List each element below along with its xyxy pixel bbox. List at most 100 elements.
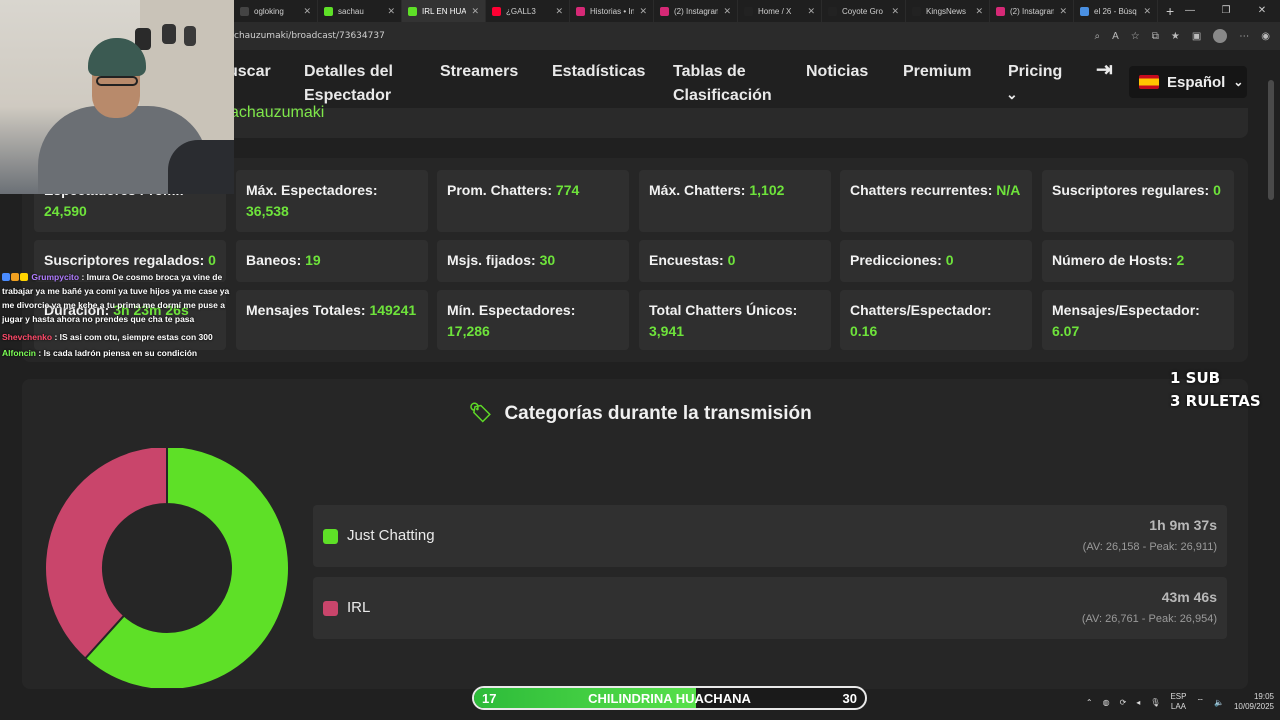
nav-premium[interactable]: Premium: [903, 60, 971, 84]
nav-news[interactable]: Noticias: [806, 60, 868, 84]
stat-min-viewers: Mín. Espectadores: 17,286: [437, 290, 629, 350]
category-row-just-chatting[interactable]: Just Chatting 1h 9m 37s (AV: 26,158 - Pe…: [313, 505, 1227, 567]
network-icon[interactable]: ◍: [1103, 698, 1110, 707]
volume-icon[interactable]: 🔈: [1214, 698, 1224, 707]
streamer-header-card: [220, 108, 1248, 138]
language-label: Español: [1167, 73, 1226, 91]
browser-tab-active[interactable]: IRL EN HUA ✕: [402, 0, 486, 22]
media-icon[interactable]: ◂: [1136, 698, 1140, 707]
stat-pinned-messages: Msjs. fijados: 30: [437, 240, 629, 282]
window-controls: — ❐ ✕: [1172, 0, 1280, 22]
tab-close-icon[interactable]: ✕: [891, 6, 899, 17]
minimize-icon[interactable]: —: [1172, 0, 1208, 22]
favorites-icon[interactable]: ★: [1171, 31, 1180, 42]
browser-tab[interactable]: Historias • In ✕: [570, 0, 654, 22]
tab-favicon-icon: [576, 6, 585, 16]
sub-reward-note: 1 SUB 3 RULETAS: [1170, 369, 1261, 410]
stat-max-viewers: Máx. Espectadores: 36,538: [236, 170, 428, 232]
stat-predictions: Predicciones: 0: [840, 240, 1032, 282]
microphone: [168, 140, 234, 194]
nav-leaderboards[interactable]: Tablas de Clasificación: [673, 60, 783, 108]
tab-close-icon[interactable]: ✕: [303, 6, 311, 17]
browser-tab[interactable]: KingsNews ✕: [906, 0, 990, 22]
tab-close-icon[interactable]: ✕: [975, 6, 983, 17]
login-icon[interactable]: ⇥: [1096, 58, 1113, 82]
categories-donut-chart: [44, 448, 290, 688]
goal-progress-bar: 17 CHILINDRINA HUACHANA 30: [472, 686, 867, 710]
page-scrollbar[interactable]: [1268, 80, 1274, 200]
system-tray: ⌃ ◍ ⟳ ◂ 🎙 ESP LAA ⌔ 🔈 19:05 10/09/2025: [1086, 692, 1274, 712]
nav-statistics[interactable]: Estadísticas: [552, 60, 645, 84]
tab-close-icon[interactable]: ✕: [807, 6, 815, 17]
browser-tab[interactable]: el 26 - Búsq ✕: [1074, 0, 1158, 22]
chat-message: Grumpycito : Imura Oe cosmo broca ya vin…: [2, 272, 230, 324]
sync-icon[interactable]: ⟳: [1120, 698, 1127, 707]
category-swatch: [323, 601, 338, 616]
browser-tab[interactable]: sachau ✕: [318, 0, 402, 22]
menu-dots-icon[interactable]: ⋯: [1239, 31, 1249, 42]
nav-pricing[interactable]: Pricing: [1008, 60, 1062, 84]
chevron-down-icon[interactable]: ⌄: [1006, 82, 1018, 106]
profile-avatar[interactable]: [1213, 29, 1228, 43]
tab-close-icon[interactable]: ✕: [639, 6, 647, 17]
stat-chatters-per-viewer: Chatters/Espectador: 0.16: [840, 290, 1032, 350]
stat-messages-per-viewer: Mensajes/Espectador: 6.07: [1042, 290, 1234, 350]
webcam-overlay: [0, 0, 234, 194]
tab-close-icon[interactable]: ✕: [1059, 6, 1067, 17]
tab-favicon-icon: [996, 6, 1005, 16]
maximize-icon[interactable]: ❐: [1208, 0, 1244, 22]
stat-total-messages: Mensajes Totales: 149241: [236, 290, 428, 350]
close-window-icon[interactable]: ✕: [1244, 0, 1280, 22]
nav-search[interactable]: uscar: [228, 60, 271, 84]
tab-close-icon[interactable]: ✕: [555, 6, 563, 17]
stat-unique-chatters: Total Chatters Únicos: 3,941: [639, 290, 831, 350]
browser-tab[interactable]: ¿GALL3 ✕: [486, 0, 570, 22]
chevron-up-icon[interactable]: ⌃: [1086, 698, 1093, 707]
url-text[interactable]: chauzumaki/broadcast/73634737: [234, 31, 385, 41]
tab-favicon-icon: [912, 6, 921, 16]
wifi-icon[interactable]: ⌔: [1196, 697, 1204, 707]
mic-icon[interactable]: 🎙: [1150, 698, 1160, 707]
input-language[interactable]: ESP LAA: [1170, 692, 1186, 712]
nav-viewer-details[interactable]: Detalles del Espectador: [304, 60, 414, 108]
chat-overlay: Grumpycito : Imura Oe cosmo broca ya vin…: [2, 270, 234, 360]
browser-tab[interactable]: (2) Instagram ✕: [990, 0, 1074, 22]
chevron-down-icon: ⌄: [1233, 75, 1244, 89]
clock[interactable]: 19:05 10/09/2025: [1234, 692, 1274, 712]
spain-flag-icon: [1139, 75, 1159, 89]
copilot-icon[interactable]: ◉: [1261, 31, 1270, 42]
nav-streamers[interactable]: Streamers: [440, 60, 518, 84]
browser-tab[interactable]: Home / X ✕: [738, 0, 822, 22]
tab-favicon-icon: [660, 6, 669, 16]
tab-close-icon[interactable]: ✕: [387, 6, 395, 17]
tab-close-icon[interactable]: ✕: [471, 6, 479, 17]
zoom-icon[interactable]: ⌕: [1094, 31, 1100, 42]
stat-polls: Encuestas: 0: [639, 240, 831, 282]
tab-favicon-icon: [408, 6, 417, 16]
browser-tab[interactable]: ogloking ✕: [234, 0, 318, 22]
donut-slice-irl[interactable]: [44, 448, 168, 660]
categories-title: 🏷 Categorías durante la transmisión: [468, 403, 812, 424]
tab-favicon-icon: [324, 6, 333, 16]
browser-tab[interactable]: Coyote Gro ✕: [822, 0, 906, 22]
stat-returning-chatters: Chatters recurrentes: N/A: [840, 170, 1032, 232]
stat-bans: Baneos: 19: [236, 240, 428, 282]
stat-max-chatters: Máx. Chatters: 1,102: [639, 170, 831, 232]
tab-favicon-icon: [492, 6, 501, 16]
browser-tab[interactable]: (2) Instagram ✕: [654, 0, 738, 22]
collections-icon[interactable]: ▣: [1192, 31, 1201, 42]
favorite-star-icon[interactable]: ☆: [1131, 31, 1140, 42]
extensions-icon[interactable]: ⧉: [1152, 31, 1159, 42]
tab-close-icon[interactable]: ✕: [1143, 6, 1151, 17]
category-swatch: [323, 529, 338, 544]
tab-favicon-icon: [240, 6, 249, 16]
read-aloud-icon[interactable]: A: [1112, 31, 1119, 42]
badge-icon: [11, 273, 19, 281]
category-row-irl[interactable]: IRL 43m 46s (AV: 26,761 - Peak: 26,954): [313, 577, 1227, 639]
tab-favicon-icon: [1080, 6, 1089, 16]
stat-hosts: Número de Hosts: 2: [1042, 240, 1234, 282]
chat-message: Alfoncin : ls cada ladrón piensa en su c…: [2, 348, 198, 358]
streamer-name[interactable]: achauzumaki: [230, 104, 324, 122]
language-selector[interactable]: Español ⌄: [1129, 66, 1247, 98]
tab-close-icon[interactable]: ✕: [723, 6, 731, 17]
